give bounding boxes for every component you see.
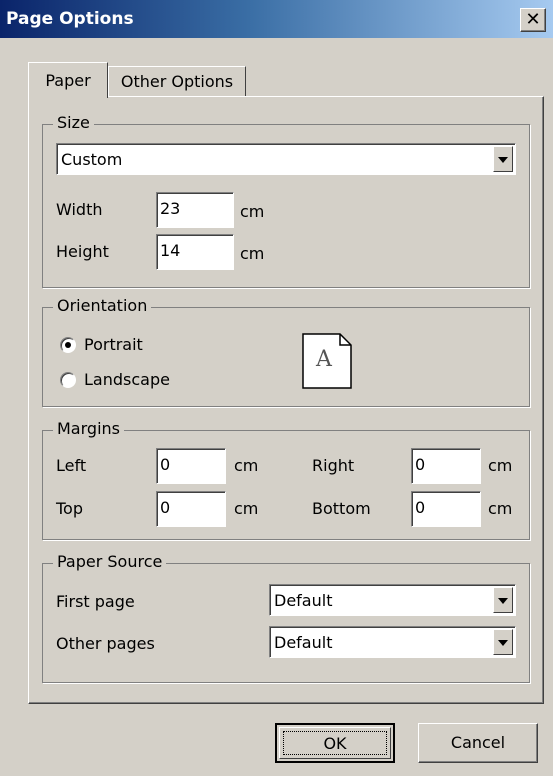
first-page-label: First page	[56, 592, 135, 611]
ok-button[interactable]: OK	[275, 723, 395, 763]
tab-paper[interactable]: Paper	[28, 62, 108, 98]
paper-source-legend: Paper Source	[53, 552, 167, 571]
margin-right-label: Right	[312, 456, 355, 475]
margin-bottom-input[interactable]: 0	[411, 491, 481, 527]
margin-bottom-value: 0	[415, 498, 426, 517]
window-title: Page Options	[6, 9, 134, 29]
margin-left-unit: cm	[234, 456, 259, 475]
height-value: 14	[160, 241, 181, 260]
chevron-down-icon[interactable]	[493, 629, 513, 655]
margin-top-label: Top	[56, 499, 83, 518]
portrait-label[interactable]: Portrait	[84, 335, 143, 354]
other-pages-select[interactable]: Default	[269, 626, 516, 658]
height-input[interactable]: 14	[156, 234, 234, 270]
margin-bottom-unit: cm	[488, 499, 513, 518]
margin-top-unit: cm	[234, 499, 259, 518]
width-value: 23	[160, 199, 181, 218]
close-button[interactable]: ✕	[520, 8, 546, 32]
width-input[interactable]: 23	[156, 192, 234, 228]
margin-right-unit: cm	[488, 456, 513, 475]
title-bar: Page Options ✕	[0, 0, 553, 38]
orientation-group: Orientation	[42, 296, 530, 407]
margin-right-value: 0	[415, 455, 426, 474]
ok-button-label: OK	[323, 734, 347, 753]
cancel-button[interactable]: Cancel	[418, 723, 538, 763]
first-page-select[interactable]: Default	[269, 584, 516, 616]
first-page-value: Default	[274, 591, 333, 610]
tab-other-options[interactable]: Other Options	[108, 66, 246, 96]
close-icon: ✕	[525, 9, 541, 30]
margins-legend: Margins	[53, 419, 124, 438]
paper-size-value: Custom	[61, 150, 123, 169]
tab-other-options-label: Other Options	[120, 72, 234, 91]
margin-bottom-label: Bottom	[312, 499, 371, 518]
size-legend: Size	[53, 113, 94, 132]
page-orientation-preview-icon: A	[302, 333, 352, 389]
margin-left-label: Left	[56, 456, 87, 475]
orientation-legend: Orientation	[53, 296, 152, 315]
cancel-button-label: Cancel	[450, 733, 506, 752]
margin-left-value: 0	[160, 455, 171, 474]
margin-right-input[interactable]: 0	[411, 448, 481, 484]
other-pages-value: Default	[274, 633, 333, 652]
preview-letter: A	[316, 347, 332, 372]
width-label: Width	[56, 200, 103, 219]
height-unit: cm	[240, 244, 265, 263]
margin-top-input[interactable]: 0	[156, 491, 226, 527]
landscape-label[interactable]: Landscape	[84, 370, 170, 389]
margin-top-value: 0	[160, 498, 171, 517]
height-label: Height	[56, 242, 109, 261]
paper-size-select[interactable]: Custom	[56, 143, 516, 175]
portrait-radio[interactable]	[60, 337, 76, 353]
other-pages-label: Other pages	[56, 634, 155, 653]
chevron-down-icon[interactable]	[493, 146, 513, 172]
width-unit: cm	[240, 202, 265, 221]
landscape-radio[interactable]	[60, 372, 76, 388]
chevron-down-icon[interactable]	[493, 587, 513, 613]
tab-paper-label: Paper	[45, 71, 91, 90]
margin-left-input[interactable]: 0	[156, 448, 226, 484]
paper-source-group: Paper Source	[42, 552, 530, 683]
